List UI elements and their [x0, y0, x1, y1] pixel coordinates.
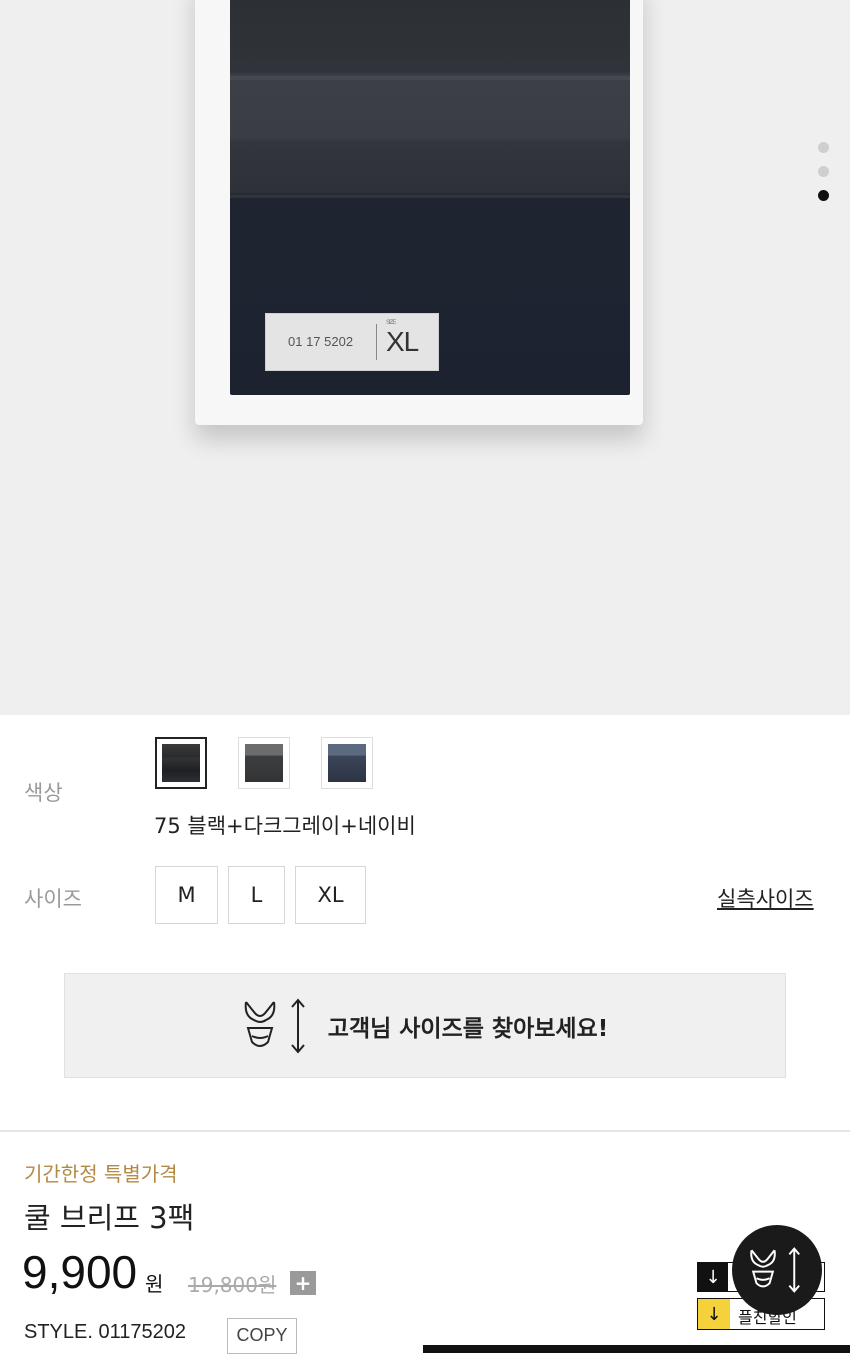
color-swatch-1[interactable] [155, 737, 207, 789]
download-icon: ↓ [698, 1299, 730, 1329]
style-code: STYLE. 01175202 [24, 1321, 186, 1343]
product-title: 쿨 브리프 3팩 [24, 1201, 195, 1235]
sale-price: 9,900 [22, 1246, 138, 1298]
package-label-code: 01 17 5202 [288, 334, 354, 349]
floating-size-finder-button[interactable] [732, 1225, 822, 1315]
underwear-size-icon [244, 997, 305, 1054]
color-swatch-2[interactable] [238, 737, 290, 789]
section-divider [0, 1130, 850, 1132]
package-label-size-value: XL [386, 326, 419, 357]
currency-unit: 원 [145, 1272, 164, 1296]
size-button-m[interactable]: M [155, 866, 218, 924]
selected-color-name: 75 블랙+다크그레이+네이비 [154, 814, 416, 838]
underwear-size-icon [750, 1247, 800, 1293]
download-icon: ↓ [698, 1263, 728, 1291]
package-label-size: SIZE XL [386, 320, 419, 358]
product-image-area[interactable]: 01 17 5202 SIZE XL [0, 0, 850, 715]
swatch-fill [328, 744, 366, 782]
size-finder-text: 고객님 사이즈를 찾아보세요! [327, 1015, 609, 1042]
package-label: 01 17 5202 SIZE XL [265, 313, 439, 371]
swatch-fill [245, 744, 283, 782]
size-finder-button[interactable]: 고객님 사이즈를 찾아보세요! [64, 973, 786, 1078]
color-label: 색상 [24, 781, 63, 805]
size-button-l[interactable]: L [228, 866, 285, 924]
swatch-fill [162, 744, 200, 782]
bottom-action-bar[interactable] [423, 1345, 850, 1353]
size-label: 사이즈 [24, 887, 82, 911]
carousel-dot[interactable] [818, 166, 829, 177]
size-button-xl[interactable]: XL [295, 866, 366, 924]
carousel-indicator [818, 142, 830, 214]
original-price: 19,800원 [188, 1273, 277, 1297]
copy-button[interactable]: COPY [227, 1318, 297, 1354]
carousel-dot-active[interactable] [818, 190, 829, 201]
package-label-size-caption: SIZE [386, 320, 396, 326]
color-swatch-3[interactable] [321, 737, 373, 789]
price-detail-plus-button[interactable]: + [290, 1271, 316, 1295]
size-chart-link[interactable]: 실측사이즈 [717, 883, 814, 913]
carousel-dot[interactable] [818, 142, 829, 153]
promo-label: 기간한정 특별가격 [24, 1162, 178, 1186]
